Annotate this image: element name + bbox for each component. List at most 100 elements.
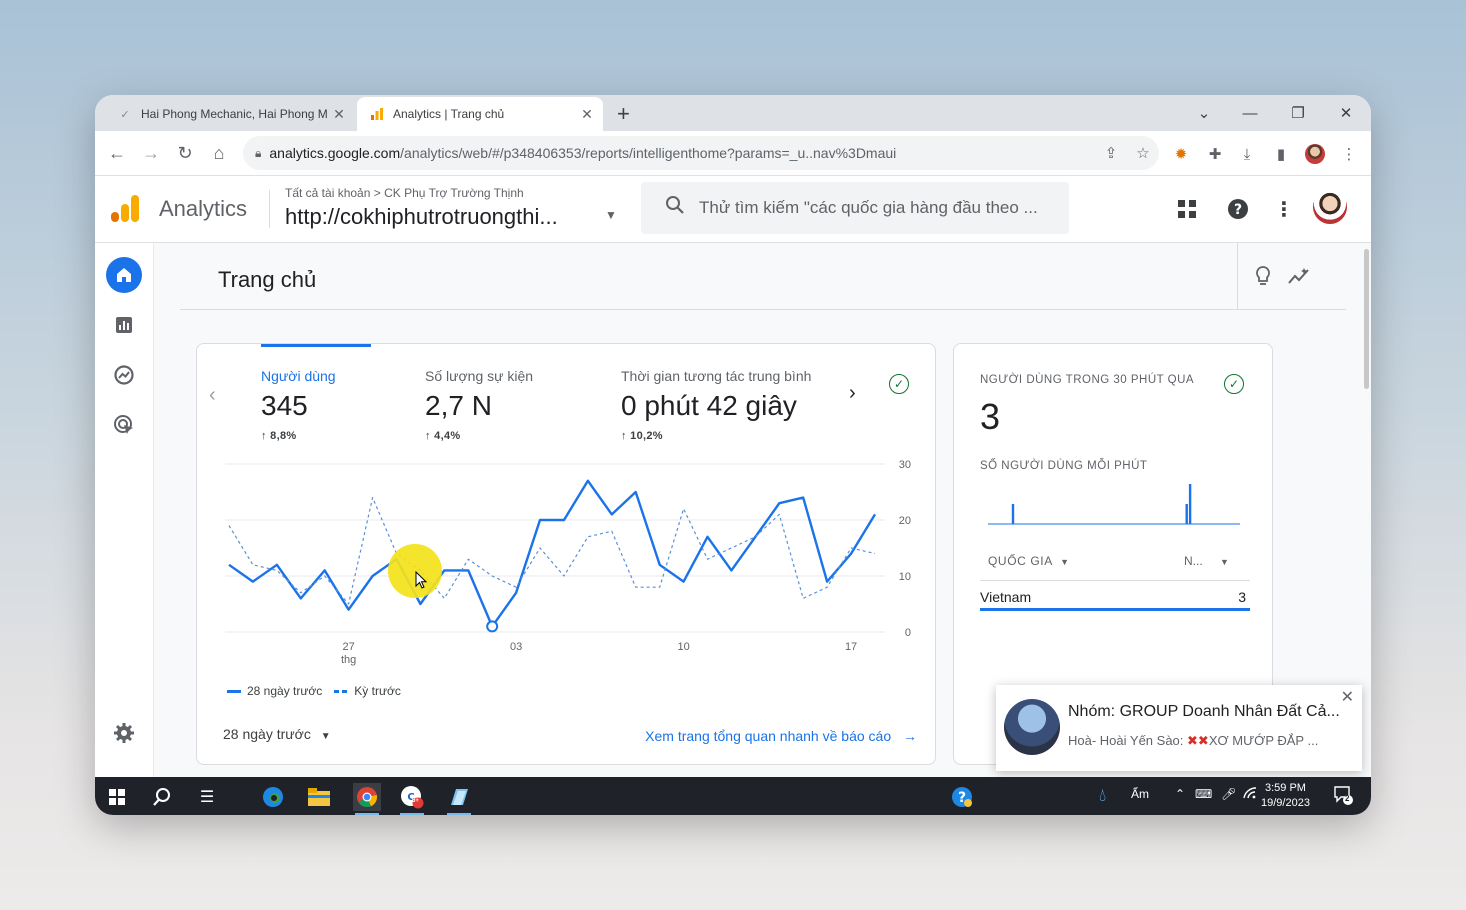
close-tab-icon[interactable]: ✕: [577, 106, 597, 123]
apps-grid-icon[interactable]: [1174, 196, 1200, 222]
metric-delta: ↑ 8,8%: [261, 430, 336, 442]
country-column-header[interactable]: QUỐC GIA ▼: [988, 554, 1070, 568]
share-icon[interactable]: ⇪: [1095, 144, 1127, 162]
close-notification-icon[interactable]: ✕: [1341, 687, 1354, 707]
forward-button[interactable]: →: [137, 139, 165, 167]
red-x-icon: ✖✖: [1187, 733, 1209, 748]
minimize-button[interactable]: —: [1227, 95, 1273, 131]
bookmark-star-icon[interactable]: ☆: [1127, 144, 1159, 162]
header-divider: [269, 190, 270, 228]
clock-date: 19/9/2023: [1261, 797, 1310, 809]
account-avatar[interactable]: [1313, 190, 1347, 224]
nav-advertising-icon[interactable]: [106, 407, 142, 443]
profile-avatar[interactable]: [1303, 144, 1327, 164]
row-proportion-bar: [980, 608, 1250, 611]
help-taskbar-icon[interactable]: ?: [948, 783, 976, 811]
date-range-label: 28 ngày trước: [223, 726, 311, 742]
check-circle-icon[interactable]: ✓: [889, 374, 909, 394]
x-tick-label: 17: [845, 641, 857, 653]
metric-column-header[interactable]: N... ▼: [1184, 554, 1229, 568]
notes-app-icon[interactable]: [445, 783, 473, 815]
extensions-puzzle-icon[interactable]: ✚: [1203, 144, 1227, 164]
date-range-selector[interactable]: 28 ngày trước ▼: [223, 726, 331, 742]
nav-reports-icon[interactable]: [106, 307, 142, 343]
page-scrollbar[interactable]: [1364, 249, 1369, 389]
title-underline: [180, 309, 1346, 310]
windows-start-icon[interactable]: [103, 783, 131, 811]
metric-value: 0 phút 42 giây: [621, 390, 797, 421]
system-clock[interactable]: 3:59 PM 19/9/2023: [1261, 781, 1310, 811]
y-tick-label: 10: [899, 571, 911, 583]
view-report-link[interactable]: Xem trang tổng quan nhanh về báo cáo →: [645, 728, 917, 744]
extension-icon[interactable]: ✹: [1169, 144, 1193, 164]
show-hidden-icons-chevron-icon[interactable]: ⌃: [1175, 787, 1185, 801]
help-icon[interactable]: ?: [1225, 196, 1251, 222]
x-tick-label: 27: [343, 641, 355, 653]
weather-label[interactable]: Ẩm: [1131, 787, 1149, 801]
country-col-label: QUỐC GIA: [988, 554, 1053, 568]
input-method-icon[interactable]: ⌨︎: [1195, 787, 1212, 801]
file-explorer-icon[interactable]: [305, 783, 333, 811]
tab-analytics[interactable]: Analytics | Trang chủ ✕: [357, 97, 603, 131]
action-center-icon[interactable]: 2: [1333, 785, 1353, 808]
check-circle-icon[interactable]: ✓: [1224, 374, 1244, 394]
search-placeholder: Thử tìm kiếm "các quốc gia hàng đầu theo…: [699, 198, 1038, 217]
task-view-icon[interactable]: ☰: [193, 783, 221, 811]
side-panel-icon[interactable]: ▮: [1269, 144, 1293, 164]
new-tab-button[interactable]: +: [617, 101, 630, 127]
chat-badge: 5+: [412, 798, 419, 804]
analytics-brand[interactable]: Analytics: [159, 196, 247, 222]
close-tab-icon[interactable]: ✕: [329, 106, 349, 123]
close-window-button[interactable]: ✕: [1323, 95, 1369, 131]
trend-insights-icon[interactable]: [1286, 263, 1312, 289]
table-row: Vietnam 3: [980, 580, 1250, 611]
nav-explore-icon[interactable]: [106, 357, 142, 393]
search-icon: [665, 195, 685, 221]
caret-down-icon[interactable]: ▼: [605, 208, 617, 222]
minute-bar: [1185, 504, 1188, 524]
left-nav: [95, 243, 154, 777]
chart-legend: 28 ngày trước Kỳ trước: [227, 684, 401, 698]
country-count: 3: [1238, 589, 1246, 605]
metric-delta: ↑ 4,4%: [425, 430, 533, 442]
download-icon[interactable]: ⤓: [1235, 144, 1259, 164]
settings-gear-icon[interactable]: [106, 715, 142, 751]
reload-button[interactable]: ↻: [171, 139, 199, 167]
more-vert-icon[interactable]: ⋮: [1271, 196, 1297, 222]
tab-title: Hai Phong Mechanic, Hai Phong M: [141, 107, 328, 121]
metric-delta-value: 8,8%: [270, 430, 297, 442]
nav-home-icon[interactable]: [106, 257, 142, 293]
chat-app-icon[interactable]: C 5+: [398, 783, 426, 815]
notification-title: Nhóm: GROUP Doanh Nhân Đất Cả...: [1068, 703, 1340, 720]
chrome-menu-icon[interactable]: ⋮: [1337, 144, 1361, 164]
chrome-taskbar-icon[interactable]: [353, 783, 381, 815]
caret-down-icon: ▼: [1220, 557, 1229, 567]
back-button[interactable]: ←: [103, 139, 131, 167]
analytics-logo-icon[interactable]: [109, 194, 141, 224]
search-icon[interactable]: [148, 783, 176, 811]
tab-search-icon[interactable]: ⌄: [1181, 95, 1227, 131]
caret-down-icon: ▼: [1060, 557, 1070, 567]
breadcrumb[interactable]: Tất cả tài khoản > CK Phụ Trợ Trường Thị…: [285, 186, 524, 200]
wifi-icon[interactable]: [1243, 787, 1257, 802]
metric-users[interactable]: Người dùng 345 ↑ 8,8%: [261, 368, 336, 442]
tab-hai-phong[interactable]: ✓ Hai Phong Mechanic, Hai Phong M ✕: [105, 97, 355, 131]
microphone-icon[interactable]: 🎤︎: [1221, 787, 1236, 801]
weather-drop-icon[interactable]: 💧︎: [1099, 785, 1106, 806]
realtime-value: 3: [980, 396, 1001, 437]
home-button[interactable]: ⌂: [205, 139, 233, 167]
chevron-right-icon[interactable]: ›: [849, 382, 856, 405]
analytics-search[interactable]: Thử tìm kiếm "các quốc gia hàng đầu theo…: [641, 182, 1069, 234]
metric-events[interactable]: Số lượng sự kiện 2,7 N ↑ 4,4%: [425, 368, 533, 442]
chevron-left-icon[interactable]: ‹: [209, 384, 216, 407]
restore-button[interactable]: ❐: [1275, 95, 1321, 131]
minute-bar: [1011, 504, 1015, 524]
address-bar[interactable]: 🔒︎ analytics.google.com/analytics/web/#/…: [243, 136, 1159, 170]
group-avatar: [1004, 699, 1060, 755]
metric-engagement-time[interactable]: Thời gian tương tác trung bình 0 phút 42…: [621, 368, 811, 442]
insights-lightbulb-icon[interactable]: [1250, 263, 1276, 289]
metric-delta: ↑ 10,2%: [621, 430, 811, 442]
edge-browser-icon[interactable]: [259, 783, 287, 811]
property-selector[interactable]: http://cokhiphutrotruongthi...: [285, 204, 558, 230]
chat-notification[interactable]: Nhóm: GROUP Doanh Nhân Đất Cả... Hoà- Ho…: [996, 685, 1362, 771]
